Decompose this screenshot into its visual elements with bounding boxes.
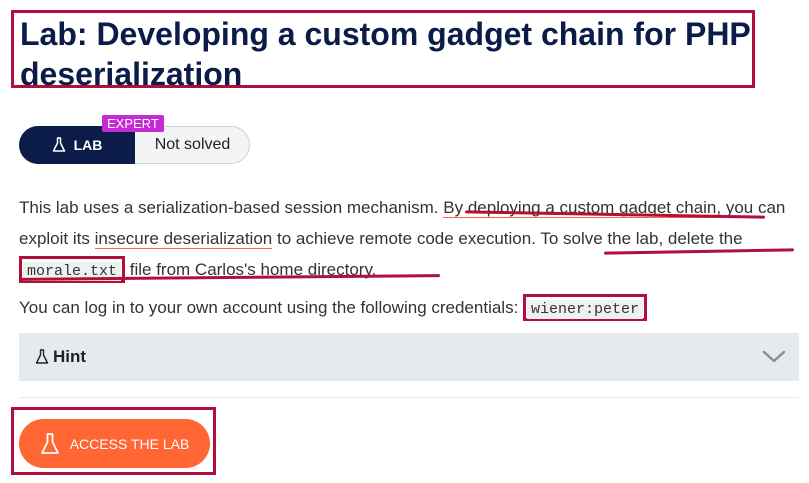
chevron-down-icon[interactable] — [762, 349, 786, 365]
description-text: This lab uses a serialization-based sess… — [19, 198, 444, 217]
flask-icon — [35, 349, 49, 364]
lab-label: LAB — [73, 137, 103, 153]
flask-icon — [52, 137, 65, 152]
credentials-text: You can log in to your own account using… — [19, 292, 799, 325]
access-lab-button[interactable]: ACCESS THE LAB — [19, 419, 210, 468]
level-tag: EXPERT — [102, 115, 164, 132]
hint-label: Hint — [53, 347, 87, 366]
description-text: to achieve remote code execution. To sol… — [272, 229, 743, 248]
access-lab-label: ACCESS THE LAB — [69, 435, 190, 452]
insecure-deserialization-link[interactable]: insecure deserialization — [94, 229, 273, 249]
page-title: Lab: Developing a custom gadget chain fo… — [20, 16, 751, 92]
lab-description: This lab uses a serialization-based sess… — [19, 192, 799, 287]
hint-toggle[interactable] — [19, 333, 799, 381]
credentials-code: wiener:peter — [527, 300, 644, 319]
flask-icon — [40, 432, 59, 454]
credentials-annotation-box: wiener:peter — [523, 294, 648, 321]
hint-label-wrap: Hint — [35, 347, 86, 367]
divider — [19, 397, 799, 398]
credentials-label: You can log in to your own account using… — [19, 298, 524, 317]
